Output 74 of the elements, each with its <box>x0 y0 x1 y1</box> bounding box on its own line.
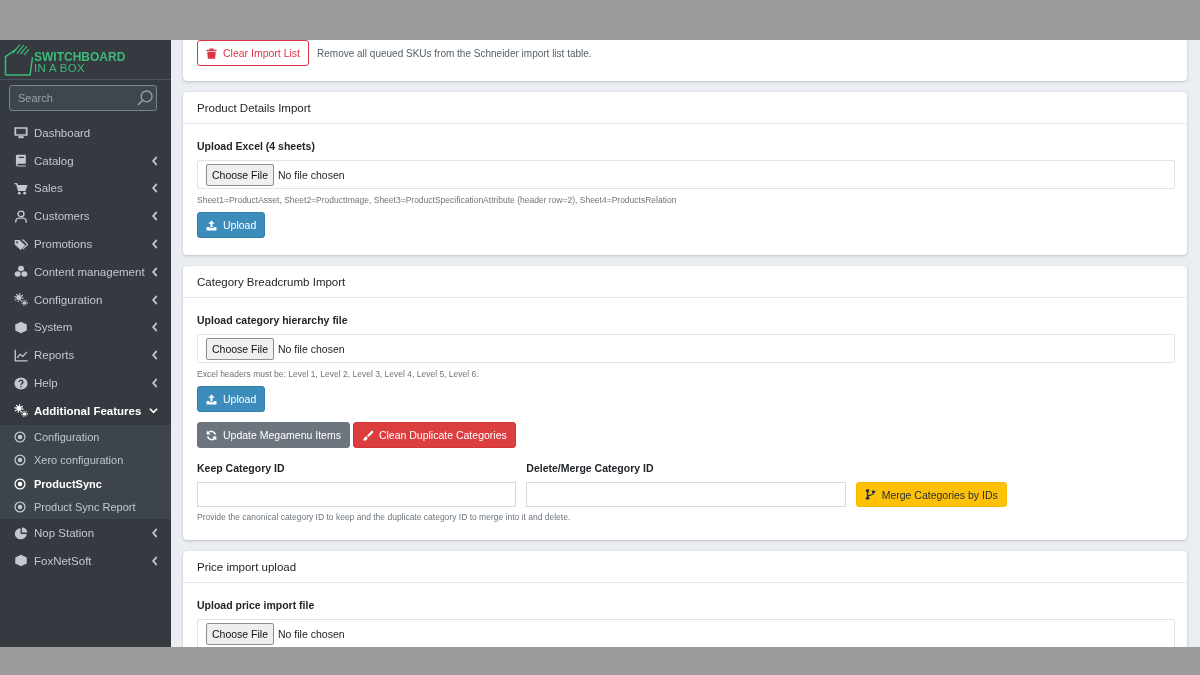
dot-circle-icon <box>14 501 26 514</box>
submenu-item[interactable]: Xero configuration <box>0 448 171 472</box>
merge-button[interactable]: Merge Categories by IDs <box>855 482 1007 507</box>
submenu-item[interactable]: Configuration <box>0 424 171 449</box>
file-status-text: No file chosen <box>278 168 345 181</box>
submenu-item[interactable]: ProductSync <box>0 471 171 496</box>
brush-icon <box>361 429 373 441</box>
brand-tagline: IN A BOX <box>34 62 85 74</box>
gears-icon <box>14 293 28 307</box>
sync-icon <box>206 429 217 441</box>
user-icon <box>14 209 28 223</box>
dot-circle-icon <box>14 454 26 467</box>
field-label: Upload price import file <box>197 598 315 613</box>
file-status-text: No file chosen <box>278 342 345 355</box>
choose-file-button[interactable]: Choose File <box>206 337 275 360</box>
menu-item[interactable]: Reports <box>0 341 171 370</box>
menu-item[interactable]: Additional Features <box>0 396 171 425</box>
file-input-field[interactable]: Choose File No file chosen <box>197 334 1175 363</box>
category-id-field[interactable] <box>197 482 517 507</box>
submenu-item[interactable]: Product Sync Report <box>0 495 171 520</box>
cart-icon <box>14 182 28 195</box>
field-label: Keep Category ID <box>197 461 285 476</box>
upload-button[interactable]: Upload <box>197 212 266 238</box>
field-label: Upload Excel (4 sheets) <box>197 139 315 154</box>
book-icon <box>14 154 28 168</box>
choose-file-button[interactable]: Choose File <box>206 163 275 186</box>
upload-icon <box>206 393 217 405</box>
hexagon-icon <box>14 320 28 334</box>
description-text: Remove all queued SKUs from the Schneider import list table. <box>317 47 592 59</box>
tags-icon <box>14 237 28 251</box>
menu-item[interactable]: Sales <box>0 174 171 203</box>
file-status-text: No file chosen <box>278 627 345 640</box>
menu-item[interactable]: Help <box>0 369 171 397</box>
choose-file-button[interactable]: Choose File <box>206 622 275 645</box>
search-field[interactable]: Search <box>9 85 157 111</box>
card-title: Category Breadcrumb Import <box>197 275 346 288</box>
file-input-field[interactable]: Choose File No file chosen <box>197 160 1175 189</box>
help-text: Excel headers must be: Level 1, Level 2, Level 3, Level 4, Level 5, Level 6. <box>197 368 479 380</box>
field-label: Delete/Merge Category ID <box>526 461 654 476</box>
menu-item[interactable]: Configuration <box>0 285 171 314</box>
dot-circle-icon <box>14 430 26 443</box>
card-title: Price import upload <box>197 560 297 573</box>
line-chart-icon <box>14 348 28 362</box>
field-label: Upload category hierarchy file <box>197 313 348 328</box>
file-input-field[interactable]: Choose File No file chosen <box>197 619 1175 647</box>
category-id-field[interactable] <box>526 482 846 507</box>
help-text: Sheet1=ProductAsset, Sheet2=ProductImage, Sheet3=ProductSpecificationAttribute (header row=2), Sheet4=ProductsRelation <box>197 194 677 206</box>
help-text: Provide the canonical category ID to keep and the duplicate category ID to merge into it and delete. <box>197 511 571 523</box>
hexagon-icon <box>14 554 28 568</box>
pie-icon <box>14 526 28 540</box>
menu-item[interactable]: FoxNetSoft <box>0 546 171 575</box>
gears-icon <box>14 404 28 418</box>
dot-circle-icon <box>14 477 26 490</box>
menu-item[interactable]: Nop Station <box>0 519 171 547</box>
brand-name: SWITCHBOARD <box>34 51 126 63</box>
circles-icon <box>14 265 28 279</box>
update-button[interactable]: Update Megamenu Items <box>197 422 350 448</box>
upload-button[interactable]: Upload <box>197 386 266 412</box>
menu-item[interactable]: Dashboard <box>0 119 171 147</box>
house-outline-icon <box>4 43 34 76</box>
help-icon <box>14 376 28 390</box>
card-title: Product Details Import <box>197 101 311 114</box>
menu-item[interactable]: Catalog <box>0 146 171 175</box>
menu-item[interactable]: Promotions <box>0 230 171 258</box>
upload-icon <box>206 219 217 231</box>
clear-list-button[interactable]: Clear Import List <box>197 40 310 66</box>
clean-button[interactable]: Clean Duplicate Categories <box>352 422 516 448</box>
menu-item[interactable]: System <box>0 313 171 342</box>
menu-item[interactable]: Content management <box>0 258 171 286</box>
menu-item[interactable]: Customers <box>0 202 171 231</box>
branch-icon <box>864 489 876 500</box>
trash-icon <box>206 47 217 59</box>
search-icon <box>137 90 153 106</box>
monitor-icon <box>14 126 28 140</box>
